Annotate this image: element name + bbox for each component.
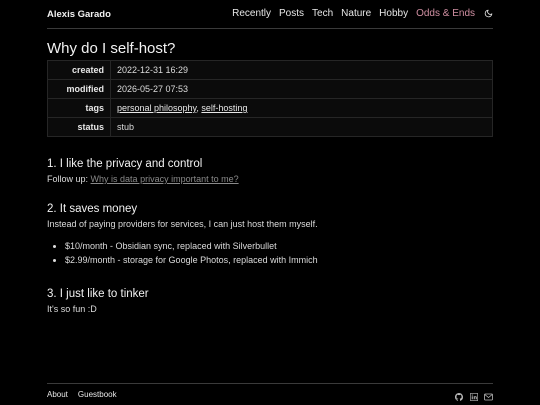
list-item: $10/month - Obsidian sync, replaced with… [65,241,493,251]
meta-value-tags: personal philosophy, self-hosting [110,98,493,118]
meta-key-modified: modified [47,79,111,99]
section-money: 2. It saves money Instead of paying prov… [47,203,493,269]
tag-personal-philosophy[interactable]: personal philosophy [117,103,196,113]
follow-up-line: Follow up: Why is data privacy important… [47,174,493,184]
section-heading: 2. It saves money [47,203,138,215]
meta-row-status: status stub [47,117,493,137]
meta-key-status: status [47,117,111,137]
section-privacy: 1. I like the privacy and control Follow… [47,158,493,184]
follow-up-link[interactable]: Why is data privacy important to me? [91,174,239,184]
nav-hobby[interactable]: Hobby [379,8,408,19]
section-heading: 1. I like the privacy and control [47,158,203,170]
meta-row-tags: tags personal philosophy, self-hosting [47,98,493,118]
main-nav: Recently Posts Tech Nature Hobby Odds & … [232,8,493,19]
github-icon[interactable] [454,392,463,401]
nav-tech[interactable]: Tech [312,8,333,19]
footer-about-link[interactable]: About [47,390,68,399]
nav-nature[interactable]: Nature [341,8,371,19]
section-text: It's so fun :D [47,304,97,314]
metadata-table: created 2022-12-31 16:29 modified 2026-0… [47,60,493,137]
meta-value-modified: 2026-05-27 07:53 [110,79,493,99]
meta-key-created: created [47,60,111,80]
page-title: Why do I self-host? [47,40,176,57]
site-footer: About Guestbook [47,383,493,404]
page: Alexis Garado Recently Posts Tech Nature… [47,0,493,314]
footer-links: About Guestbook [47,390,117,399]
meta-row-created: created 2022-12-31 16:29 [47,60,493,80]
meta-value-created: 2022-12-31 16:29 [110,60,493,80]
meta-row-modified: modified 2026-05-27 07:53 [47,79,493,99]
section-text: Instead of paying providers for services… [47,219,318,229]
follow-up-label: Follow up: [47,174,89,184]
theme-toggle-moon-icon[interactable] [483,9,493,19]
list-item: $2.99/month - storage for Google Photos,… [65,255,493,265]
footer-guestbook-link[interactable]: Guestbook [78,390,117,399]
savings-list: $10/month - Obsidian sync, replaced with… [47,241,493,265]
nav-recently[interactable]: Recently [232,8,271,19]
section-tinker: 3. I just like to tinker It's so fun :D [47,288,493,314]
tag-separator: , [196,103,199,113]
site-brand[interactable]: Alexis Garado [47,9,111,20]
meta-value-status: stub [110,117,493,137]
site-header: Alexis Garado Recently Posts Tech Nature… [47,0,493,29]
linkedin-icon[interactable] [469,392,478,401]
tag-self-hosting[interactable]: self-hosting [201,103,247,113]
nav-odds-and-ends[interactable]: Odds & Ends [416,8,475,19]
section-heading: 3. I just like to tinker [47,288,149,300]
footer-social-icons [454,392,493,401]
mail-icon[interactable] [484,392,493,401]
meta-key-tags: tags [47,98,111,118]
nav-posts[interactable]: Posts [279,8,304,19]
